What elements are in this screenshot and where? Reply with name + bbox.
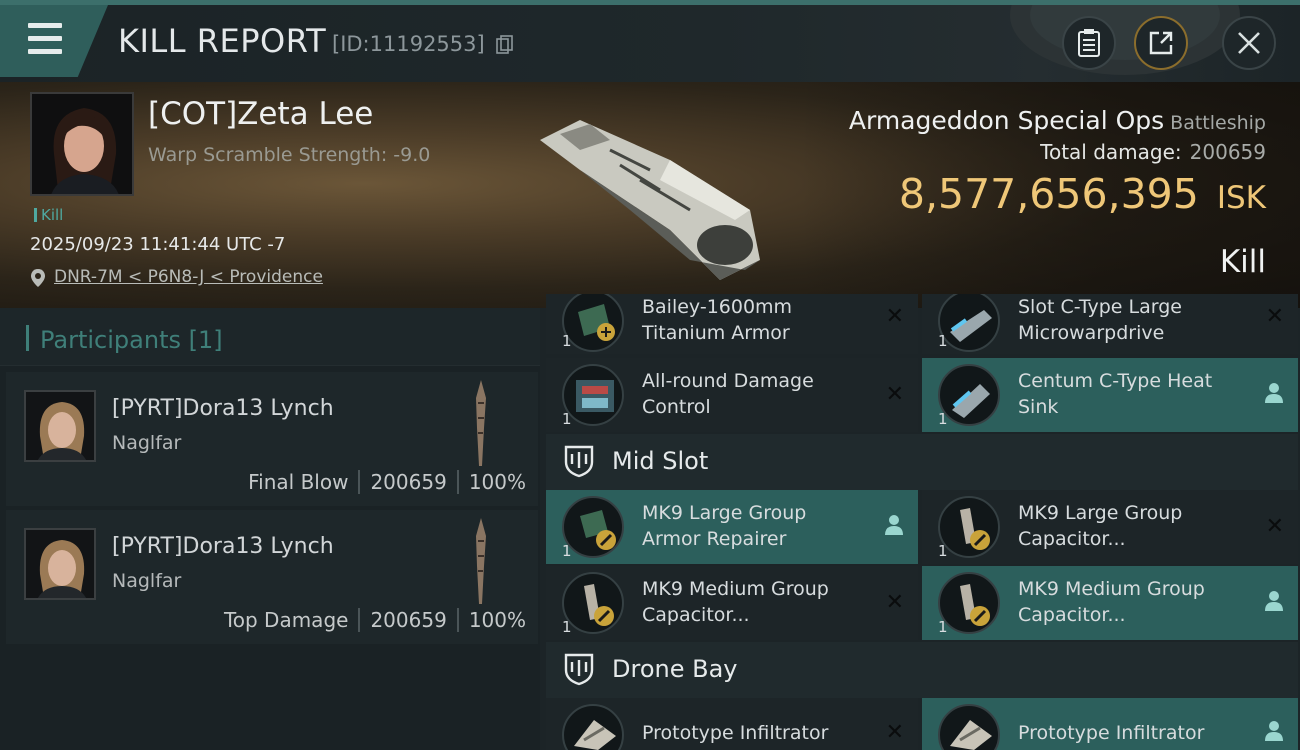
drone-icon [938, 704, 1000, 750]
participant-name[interactable]: [PYRT]Dora13 Lynch [112, 534, 334, 559]
module-name: Bailey-1600mm Titanium Armor [642, 296, 793, 344]
page-title: KILL REPORT [118, 22, 327, 60]
participant-avatar [24, 390, 96, 462]
victim-portrait[interactable] [30, 92, 134, 196]
drone-icon [562, 704, 624, 750]
warp-scramble-strength: Warp Scramble Strength: -9.0 [148, 144, 431, 166]
slot-shield-icon [564, 445, 594, 478]
report-id: [ID:11192553] [332, 32, 485, 56]
module-name: Centum C-Type Heat Sink [1018, 370, 1213, 418]
module-card[interactable]: Prototype Infiltrator [922, 698, 1298, 750]
mid-slot-header: Mid Slot [546, 434, 1298, 490]
participant-stats: Top Damage 200659 100% [223, 608, 526, 632]
person-icon [1265, 383, 1283, 403]
module-card[interactable]: 1 MK9 Large Group Armor Repairer [546, 490, 918, 564]
x-icon: ✕ [1265, 514, 1284, 539]
person-icon [1265, 591, 1283, 611]
planet-backdrop [1010, 5, 1240, 75]
module-card[interactable]: 1 Bailey-1600mm Titanium Armor ✕ [546, 294, 918, 354]
drone-bay-header: Drone Bay [546, 642, 1298, 698]
module-card[interactable]: 1 MK9 Large Group Capacitor... ✕ [922, 490, 1298, 564]
module-name: Slot C-Type Large Microwarpdrive [1018, 296, 1182, 344]
share-button[interactable] [1134, 16, 1188, 70]
total-damage: Total damage: 200659 [1040, 140, 1266, 164]
copy-icon[interactable] [496, 35, 514, 55]
person-icon [885, 515, 903, 535]
x-icon: ✕ [885, 590, 904, 615]
slot-shield-icon [564, 653, 594, 686]
participant-stats: Final Blow 200659 100% [248, 470, 526, 494]
ship-icon [476, 380, 486, 466]
result-label: Kill [1219, 244, 1266, 280]
share-icon [1149, 31, 1173, 55]
victim-pilot-name[interactable]: [COT]Zeta Lee [148, 96, 373, 132]
module-card[interactable]: 1 All-round Damage Control ✕ [546, 358, 918, 432]
clipboard-icon [1078, 29, 1100, 57]
x-icon: ✕ [885, 720, 904, 745]
module-name: All-round Damage Control [642, 370, 814, 418]
participant-card[interactable]: [PYRT]Dora13 Lynch Naglfar Top Damage 200… [6, 510, 538, 644]
ship-icon [476, 518, 486, 604]
pilot-avatar [32, 94, 132, 194]
x-icon: ✕ [885, 304, 904, 329]
hamburger-menu-icon [28, 23, 62, 28]
kill-datetime: 2025/09/23 11:41:44 UTC -7 [30, 234, 286, 255]
participant-ship: Naglfar [112, 570, 182, 592]
participant-card[interactable]: [PYRT]Dora13 Lynch Naglfar Final Blow 200… [6, 372, 538, 506]
module-name: MK9 Medium Group Capacitor... [642, 578, 829, 626]
close-icon [1238, 32, 1260, 54]
module-name: MK9 Large Group Capacitor... [1018, 502, 1183, 550]
x-icon: ✕ [1265, 304, 1284, 329]
module-card[interactable]: Prototype Infiltrator ✕ [546, 698, 918, 750]
module-name: Prototype Infiltrator [642, 722, 829, 744]
top-bar: KILL REPORT [ID:11192553] [0, 0, 1300, 82]
module-card[interactable]: 1 MK9 Medium Group Capacitor... [922, 566, 1298, 640]
participant-avatar [24, 528, 96, 600]
menu-button[interactable] [0, 5, 108, 77]
module-card[interactable]: 1 Slot C-Type Large Microwarpdrive ✕ [922, 294, 1298, 354]
x-icon: ✕ [885, 382, 904, 407]
ship-render [540, 120, 760, 280]
participant-ship: Naglfar [112, 432, 182, 454]
participants-title: Participants [1] [40, 326, 223, 354]
location-pin-icon [31, 269, 45, 287]
isk-value: 8,577,656,395 ISK [898, 170, 1266, 218]
module-name: Prototype Infiltrator [1018, 722, 1205, 744]
participant-name[interactable]: [PYRT]Dora13 Lynch [112, 396, 334, 421]
person-icon [1265, 721, 1283, 741]
module-card[interactable]: 1 MK9 Medium Group Capacitor... ✕ [546, 566, 918, 640]
close-button[interactable] [1222, 16, 1276, 70]
clipboard-button[interactable] [1062, 16, 1116, 70]
ship-name[interactable]: Armageddon Special Ops Battleship [849, 106, 1266, 135]
module-name: MK9 Medium Group Capacitor... [1018, 578, 1205, 626]
module-card[interactable]: 1 Centum C-Type Heat Sink [922, 358, 1298, 432]
module-name: MK9 Large Group Armor Repairer [642, 502, 807, 550]
kill-tag: Kill [34, 206, 63, 224]
location-link[interactable]: DNR-7M < P6N8-J < Providence [54, 267, 323, 287]
